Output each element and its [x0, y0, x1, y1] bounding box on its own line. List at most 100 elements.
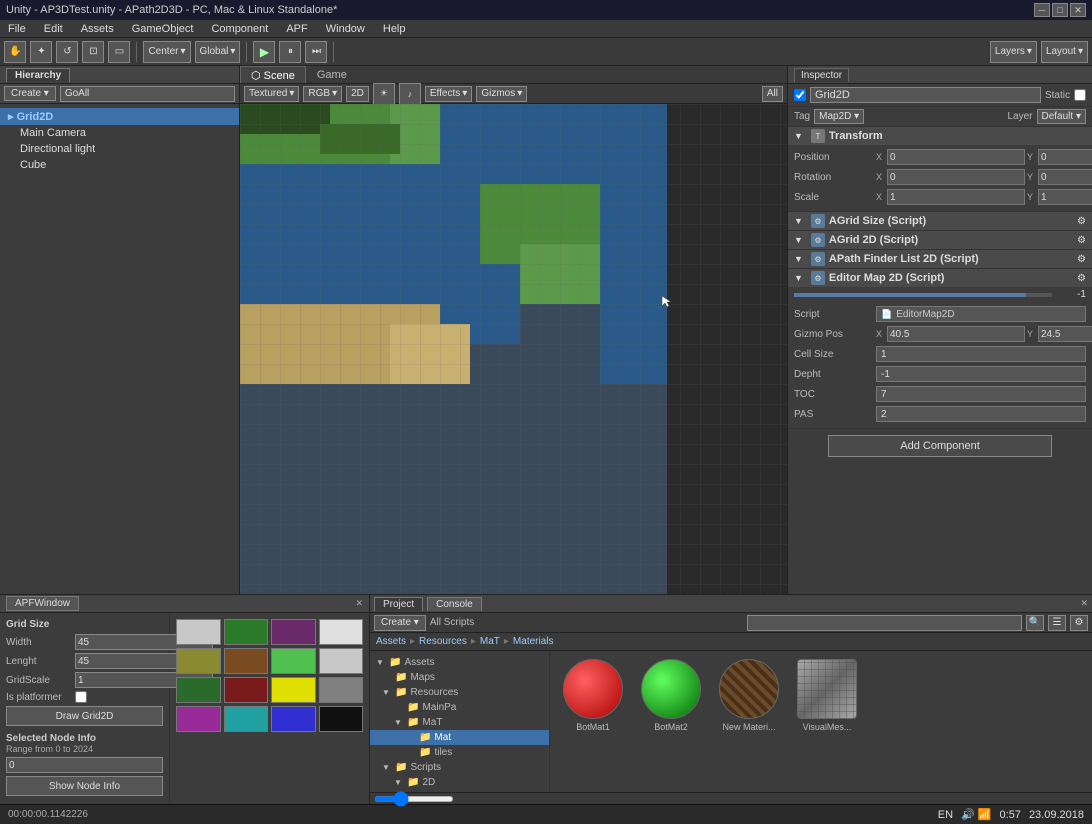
node-value-input[interactable]: 0 — [6, 757, 163, 773]
hierarchy-item-maincamera[interactable]: Main Camera — [0, 125, 239, 141]
tree-assets[interactable]: ▼ 📁 Assets — [370, 655, 549, 670]
settings-icon-button[interactable]: ⚙ — [1070, 615, 1088, 631]
play-button[interactable]: ▶ — [253, 41, 275, 63]
tree-mat-folder[interactable]: ▼ 📁 MaT — [370, 715, 549, 730]
lighting-toggle[interactable]: ☀ — [373, 83, 395, 105]
static-checkbox[interactable] — [1074, 89, 1086, 101]
transform-rotate-tool[interactable]: ↺ — [56, 41, 78, 63]
color-swatch-14[interactable] — [271, 706, 316, 732]
maximize-button[interactable]: □ — [1052, 3, 1068, 17]
transform-hand-tool[interactable]: ✋ — [4, 41, 26, 63]
project-search-input[interactable] — [747, 615, 1022, 631]
platformer-checkbox[interactable] — [75, 691, 87, 703]
color-swatch-11[interactable] — [319, 677, 364, 703]
breadcrumb-materials[interactable]: Materials — [513, 636, 554, 647]
gizmo-pos-y-field[interactable]: 24.5 — [1038, 326, 1092, 342]
color-swatch-0[interactable] — [176, 619, 221, 645]
transform-scale-tool[interactable]: ⊡ — [82, 41, 104, 63]
minimize-button[interactable]: ─ — [1034, 3, 1050, 17]
gizmos-dropdown[interactable]: Gizmos ▾ — [476, 86, 527, 102]
apf-window-tab[interactable]: APFWindow — [6, 596, 79, 611]
asset-botmat2[interactable]: BotMat2 — [636, 659, 706, 732]
menu-gameobject[interactable]: GameObject — [128, 23, 198, 35]
effects-dropdown[interactable]: Effects ▾ — [425, 86, 472, 102]
menu-apf[interactable]: APF — [282, 23, 311, 35]
breadcrumb-mat-folder[interactable]: MaT — [480, 636, 500, 647]
component-slider[interactable] — [794, 293, 1052, 297]
toc-field[interactable]: 7 — [876, 386, 1086, 402]
pause-button[interactable]: ⏸ — [279, 41, 301, 63]
color-swatch-10[interactable] — [271, 677, 316, 703]
center-dropdown[interactable]: Center ▾ — [143, 41, 190, 63]
console-tab[interactable]: Console — [427, 597, 482, 611]
object-name-field[interactable]: Grid2D — [810, 87, 1041, 103]
close-button[interactable]: ✕ — [1070, 3, 1086, 17]
scale-y-field[interactable] — [1038, 189, 1092, 205]
tree-mainpa[interactable]: 📁 MainPa — [370, 700, 549, 715]
agrid-2d-settings-icon[interactable]: ⚙ — [1077, 235, 1086, 246]
tree-2d[interactable]: ▼ 📁 2D — [370, 775, 549, 790]
pas-field[interactable]: 2 — [876, 406, 1086, 422]
color-swatch-1[interactable] — [224, 619, 269, 645]
scene-view[interactable] — [240, 104, 787, 594]
color-swatch-3[interactable] — [319, 619, 364, 645]
menu-component[interactable]: Component — [207, 23, 272, 35]
script-field[interactable]: 📄 EditorMap2D — [876, 306, 1086, 322]
rotation-y-field[interactable] — [1038, 169, 1092, 185]
color-swatch-7[interactable] — [319, 648, 364, 674]
step-button[interactable]: ⏭ — [305, 41, 327, 63]
menu-file[interactable]: File — [4, 23, 30, 35]
tree-scripts[interactable]: ▼ 📁 Scripts — [370, 760, 549, 775]
apf-window-close-icon[interactable]: ✕ — [355, 598, 363, 609]
position-y-field[interactable] — [1038, 149, 1092, 165]
apath-finder-settings-icon[interactable]: ⚙ — [1077, 254, 1086, 265]
color-mode-dropdown[interactable]: RGB ▾ — [303, 86, 342, 102]
apath-finder-header[interactable]: ▼ ⚙ APath Finder List 2D (Script) ⚙ — [788, 250, 1092, 268]
breadcrumb-assets[interactable]: Assets — [376, 636, 406, 647]
cell-size-field[interactable]: 1 — [876, 346, 1086, 362]
tree-resources[interactable]: ▼ 📁 Resources — [370, 685, 549, 700]
agrid-2d-header[interactable]: ▼ ⚙ AGrid 2D (Script) ⚙ — [788, 231, 1092, 249]
gizmo-pos-x-field[interactable]: 40.5 — [887, 326, 1025, 342]
hierarchy-item-grid2d[interactable]: ▸ Grid2D — [0, 108, 239, 125]
agrid-size-settings-icon[interactable]: ⚙ — [1077, 216, 1086, 227]
breadcrumb-resources[interactable]: Resources — [419, 636, 467, 647]
hierarchy-search-input[interactable] — [60, 86, 235, 102]
color-swatch-13[interactable] — [224, 706, 269, 732]
menu-help[interactable]: Help — [379, 23, 410, 35]
scene-tab[interactable]: ⬡ Scene — [240, 66, 306, 83]
view-2d-button[interactable]: 2D — [346, 86, 369, 102]
depth-field[interactable]: -1 — [876, 366, 1086, 382]
transform-header[interactable]: ▼ T Transform — [788, 127, 1092, 145]
transform-rect-tool[interactable]: ▭ — [108, 41, 130, 63]
project-create-button[interactable]: Create ▾ — [374, 615, 426, 631]
show-node-info-button[interactable]: Show Node Info — [6, 776, 163, 796]
filter-icon-button[interactable]: ☰ — [1048, 615, 1066, 631]
project-tab[interactable]: Project — [374, 597, 423, 611]
menu-window[interactable]: Window — [322, 23, 369, 35]
tree-mat-selected[interactable]: 📁 Mat — [370, 730, 549, 745]
project-panel-close-icon[interactable]: ✕ — [1080, 598, 1088, 609]
inspector-tab[interactable]: Inspector — [794, 68, 849, 82]
add-component-button[interactable]: Add Component — [828, 435, 1052, 457]
layers-dropdown[interactable]: Layers ▾ — [990, 41, 1037, 63]
color-swatch-12[interactable] — [176, 706, 221, 732]
editor-map-2d-settings-icon[interactable]: ⚙ — [1077, 273, 1086, 284]
asset-newmaterial[interactable]: New Materi... — [714, 659, 784, 732]
search-icon-button[interactable]: 🔍 — [1026, 615, 1044, 631]
hierarchy-item-directionallight[interactable]: Directional light — [0, 141, 239, 157]
hierarchy-item-cube[interactable]: Cube — [0, 157, 239, 173]
tree-maps[interactable]: 📁 Maps — [370, 670, 549, 685]
game-tab[interactable]: Game — [306, 66, 358, 83]
color-swatch-2[interactable] — [271, 619, 316, 645]
color-swatch-15[interactable] — [319, 706, 364, 732]
color-swatch-8[interactable] — [176, 677, 221, 703]
layout-dropdown[interactable]: Layout ▾ — [1041, 41, 1088, 63]
global-dropdown[interactable]: Global ▾ — [195, 41, 241, 63]
color-swatch-6[interactable] — [271, 648, 316, 674]
transform-move-tool[interactable]: ✦ — [30, 41, 52, 63]
menu-edit[interactable]: Edit — [40, 23, 67, 35]
editor-map-2d-header[interactable]: ▼ ⚙ Editor Map 2D (Script) ⚙ — [788, 269, 1092, 287]
layer-dropdown[interactable]: Default ▾ — [1037, 109, 1087, 124]
menu-assets[interactable]: Assets — [77, 23, 118, 35]
